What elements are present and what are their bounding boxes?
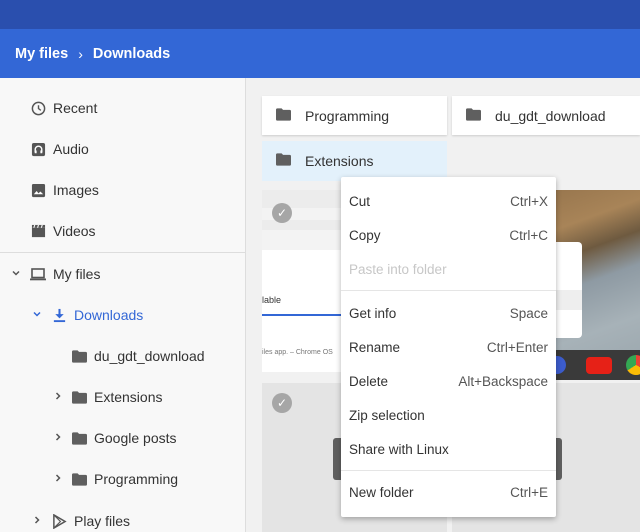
sidebar-item-label: Programming: [94, 471, 179, 487]
sidebar-item-label: My files: [53, 266, 101, 282]
menu-item-label: Zip selection: [349, 407, 425, 423]
sidebar-item-label: Google posts: [94, 430, 177, 446]
download-icon: [51, 307, 67, 323]
breadcrumb-downloads[interactable]: Downloads: [93, 46, 170, 62]
youtube-icon: [586, 357, 612, 374]
play-store-icon: [51, 513, 67, 529]
folder-tile-extensions[interactable]: Extensions: [262, 141, 447, 181]
sidebar-item-label: Videos: [53, 223, 96, 239]
checkmark-icon[interactable]: ✓: [272, 393, 292, 413]
chevron-right-icon[interactable]: [53, 432, 63, 445]
folder-icon: [71, 389, 87, 405]
chevron-right-icon[interactable]: [32, 515, 42, 528]
sidebar-item-extensions[interactable]: Extensions: [71, 389, 162, 405]
sidebar-item-images[interactable]: Images: [30, 182, 99, 198]
chevron-down-icon[interactable]: [32, 309, 42, 322]
menu-item-rename[interactable]: Rename Ctrl+Enter: [341, 330, 556, 364]
folder-tile-programming[interactable]: Programming: [262, 96, 447, 135]
chrome-icon: [626, 355, 640, 375]
breadcrumb: My files › Downloads: [15, 46, 170, 62]
menu-item-cut[interactable]: Cut Ctrl+X: [341, 184, 556, 218]
sidebar-item-downloads[interactable]: Downloads: [51, 307, 143, 323]
folder-tile-label: Extensions: [305, 153, 374, 169]
menu-item-get-info[interactable]: Get info Space: [341, 296, 556, 330]
menu-item-delete[interactable]: Delete Alt+Backspace: [341, 364, 556, 398]
checkmark-icon[interactable]: ✓: [272, 203, 292, 223]
menu-item-label: Get info: [349, 305, 397, 321]
menu-item-label: Copy: [349, 227, 381, 243]
menu-item-label: Rename: [349, 339, 401, 355]
sidebar-item-programming[interactable]: Programming: [71, 471, 178, 487]
breadcrumb-separator-icon: ›: [78, 45, 83, 62]
folder-icon: [71, 471, 87, 487]
sidebar-item-videos[interactable]: Videos: [30, 223, 96, 239]
headphones-icon: [30, 141, 46, 157]
folder-icon: [71, 348, 87, 364]
menu-item-label: Cut: [349, 193, 371, 209]
chevron-right-icon[interactable]: [53, 473, 63, 486]
thumbnail-text: lable: [262, 295, 282, 305]
menu-item-shortcut: Ctrl+C: [509, 227, 548, 243]
laptop-icon: [30, 266, 46, 282]
menu-item-copy[interactable]: Copy Ctrl+C: [341, 218, 556, 252]
sidebar-item-du-gdt-download[interactable]: du_gdt_download: [71, 348, 205, 364]
folder-icon: [276, 153, 291, 169]
clapperboard-icon: [30, 223, 46, 239]
sidebar-item-label: Images: [53, 182, 99, 198]
sidebar-item-google-posts[interactable]: Google posts: [71, 430, 177, 446]
folder-icon: [71, 430, 87, 446]
menu-item-shortcut: Alt+Backspace: [458, 373, 548, 389]
menu-item-shortcut: Ctrl+X: [510, 193, 548, 209]
menu-separator: [341, 290, 556, 291]
top-bar: [0, 0, 640, 29]
menu-item-shortcut: Ctrl+E: [510, 484, 548, 500]
folder-icon: [276, 107, 291, 124]
sidebar-item-my-files[interactable]: My files: [30, 266, 100, 282]
menu-separator: [341, 470, 556, 471]
folder-icon: [466, 107, 481, 124]
sidebar-item-label: Recent: [53, 100, 98, 116]
menu-item-share-with-linux[interactable]: Share with Linux: [341, 432, 556, 466]
chevron-down-icon[interactable]: [11, 268, 21, 281]
menu-item-shortcut: Space: [509, 305, 548, 321]
menu-item-label: Paste into folder: [349, 261, 447, 277]
header-bar: My files › Downloads: [0, 29, 640, 78]
menu-item-new-folder[interactable]: New folder Ctrl+E: [341, 475, 556, 509]
folder-tile-label: Programming: [305, 107, 390, 124]
clock-icon: [30, 100, 46, 116]
folder-tile-label: du_gdt_download: [495, 107, 606, 124]
menu-item-shortcut: Ctrl+Enter: [486, 339, 548, 355]
image-icon: [30, 182, 46, 198]
sidebar-item-label: du_gdt_download: [94, 348, 205, 364]
sidebar-item-label: Audio: [53, 141, 89, 157]
sidebar-item-play-files[interactable]: Play files: [51, 513, 130, 529]
context-menu: Cut Ctrl+X Copy Ctrl+C Paste into folder…: [341, 177, 556, 517]
folder-tile-du-gdt-download[interactable]: du_gdt_download: [452, 96, 640, 135]
sidebar-item-label: Extensions: [94, 389, 163, 405]
sidebar: Recent Audio Images Videos My files Down…: [0, 78, 246, 532]
menu-item-label: Delete: [349, 373, 389, 389]
menu-item-zip-selection[interactable]: Zip selection: [341, 398, 556, 432]
sidebar-item-audio[interactable]: Audio: [30, 141, 89, 157]
sidebar-item-label: Play files: [74, 513, 131, 529]
sidebar-item-recent[interactable]: Recent: [30, 100, 97, 116]
menu-item-paste-into-folder: Paste into folder: [341, 252, 556, 286]
chevron-right-icon[interactable]: [53, 391, 63, 404]
thumbnail-text: iles app. – Chrome OS: [262, 349, 333, 356]
menu-item-label: New folder: [349, 484, 414, 500]
menu-item-label: Share with Linux: [349, 441, 449, 457]
sidebar-divider: [0, 252, 245, 253]
breadcrumb-my-files[interactable]: My files: [15, 46, 68, 62]
sidebar-item-label: Downloads: [74, 307, 144, 323]
